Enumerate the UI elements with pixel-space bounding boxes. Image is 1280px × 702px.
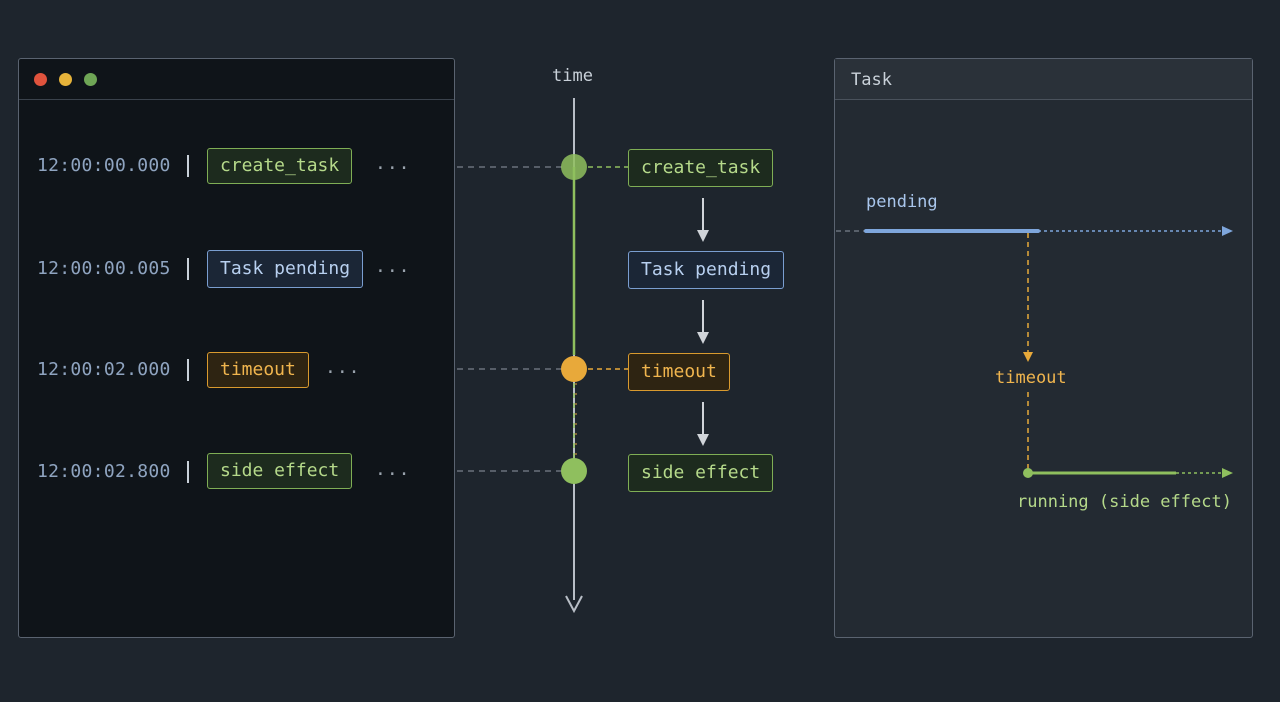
running-state-label: running (side effect)	[1017, 492, 1232, 512]
task-state-diagram	[836, 226, 1233, 478]
running-start-dot	[1023, 468, 1033, 478]
timeout-arrow-head	[1023, 352, 1033, 362]
pending-arrow-head	[1222, 226, 1233, 236]
running-arrow-head	[1222, 468, 1233, 478]
pending-state-label: pending	[866, 192, 938, 212]
timeout-state-label: timeout	[995, 368, 1067, 388]
